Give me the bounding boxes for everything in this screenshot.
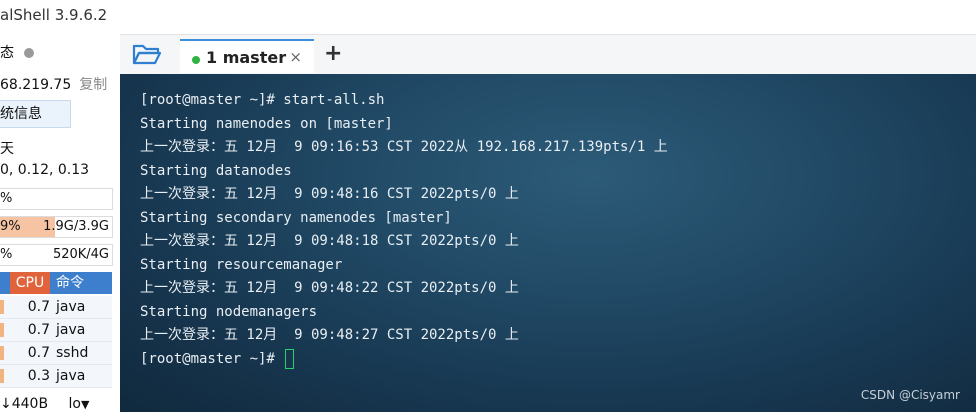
swap-meter-usage: 520K/4G xyxy=(52,247,109,262)
process-cpu: 0.3 xyxy=(27,368,50,384)
load-average: 0, 0.12, 0.13 xyxy=(0,162,90,178)
uptime-value: 天 xyxy=(0,141,14,157)
memory-meter-percent: 9% xyxy=(0,219,21,234)
process-cpu: 0.7 xyxy=(27,299,50,315)
system-info-panel: 态 68.219.75 复制 统信息 天 0, 0.12, 0.13 % 9% 1… xyxy=(0,34,120,412)
terminal-cursor xyxy=(285,348,295,369)
system-info-button[interactable]: 统信息 xyxy=(0,100,71,128)
process-cpu-bar xyxy=(0,346,4,360)
process-row[interactable]: 0.7 java xyxy=(0,296,112,319)
swap-meter: % 520K/4G xyxy=(0,244,113,266)
terminal-line: 上一次登录：五 12月 9 09:48:27 CST 2022pts/0 上 xyxy=(140,327,519,343)
terminal-line: 上一次登录：五 12月 9 09:48:16 CST 2022pts/0 上 xyxy=(140,186,519,202)
connected-dot-icon xyxy=(192,56,200,64)
tab-label: 1 master xyxy=(206,48,287,67)
process-cpu-bar xyxy=(0,369,4,383)
network-interface-select[interactable]: lo▼ xyxy=(69,396,90,412)
memory-meter: 9% 1.9G/3.9G xyxy=(0,216,113,238)
terminal-line: Starting namenodes on [master] xyxy=(140,115,393,132)
status-label: 态 xyxy=(0,45,14,61)
chevron-down-icon: ▼ xyxy=(80,398,90,411)
cpu-meter-percent: % xyxy=(0,191,13,206)
process-cpu-bar xyxy=(0,300,4,314)
terminal-output[interactable]: [root@master ~]# start-all.sh Starting n… xyxy=(120,74,976,412)
process-cpu: 0.7 xyxy=(27,322,50,338)
folder-open-icon[interactable] xyxy=(132,41,166,69)
cpu-column-header[interactable]: CPU xyxy=(10,272,50,294)
process-cpu-bar xyxy=(0,323,4,337)
network-download: ↓440B xyxy=(0,396,49,412)
terminal-line: Starting resourcemanager xyxy=(140,256,343,273)
title-bar: alShell 3.9.6.2 xyxy=(0,0,976,34)
terminal-line: [root@master ~]# start-all.sh xyxy=(140,92,385,108)
terminal-line: 上一次登录：五 12月 9 09:48:22 CST 2022pts/0 上 xyxy=(140,280,519,296)
process-row[interactable]: 0.3 java xyxy=(0,365,112,388)
add-tab-button[interactable]: + xyxy=(324,40,342,68)
connection-status: 态 xyxy=(0,42,34,62)
terminal-line: Starting datanodes xyxy=(140,162,292,179)
process-row[interactable]: 0.7 java xyxy=(0,319,112,342)
process-table-header: CPU 命令 xyxy=(0,272,112,294)
memory-meter-usage: 1.9G/3.9G xyxy=(43,219,109,234)
close-icon[interactable]: × xyxy=(289,48,302,66)
swap-meter-percent: % xyxy=(0,247,13,262)
tab-master[interactable]: 1 master × xyxy=(180,39,314,73)
terminal-prompt: [root@master ~]# xyxy=(140,350,284,367)
ip-row: 68.219.75 复制 xyxy=(0,74,107,94)
ip-address: 68.219.75 xyxy=(0,77,72,93)
terminal-line: Starting nodemanagers xyxy=(140,303,318,320)
copy-ip-link[interactable]: 复制 xyxy=(79,77,107,93)
cpu-meter: % xyxy=(0,188,113,210)
command-column-header[interactable]: 命令 xyxy=(56,272,84,294)
terminal-line: 上一次登录：五 12月 9 09:48:18 CST 2022pts/0 上 xyxy=(140,233,519,249)
process-cpu: 0.7 xyxy=(27,345,50,361)
network-row: ↓440B lo▼ xyxy=(0,396,89,412)
status-dot-icon xyxy=(24,48,34,58)
process-command: java xyxy=(56,322,86,338)
process-row[interactable]: 0.7 sshd xyxy=(0,342,112,365)
terminal-prompt-line: [root@master ~]# xyxy=(140,348,295,369)
process-command: java xyxy=(56,299,86,315)
tab-bar: 1 master × + xyxy=(120,34,976,75)
process-command: java xyxy=(56,368,86,384)
network-interface-label: lo xyxy=(68,396,81,412)
terminal-line: 上一次登录：五 12月 9 09:16:53 CST 2022从 192.168… xyxy=(140,139,668,155)
app-title: alShell 3.9.6.2 xyxy=(0,6,108,24)
watermark: CSDN @Cisyamr xyxy=(860,388,960,402)
terminal-line: Starting secondary namenodes [master] xyxy=(140,209,452,226)
process-command: sshd xyxy=(56,345,89,361)
